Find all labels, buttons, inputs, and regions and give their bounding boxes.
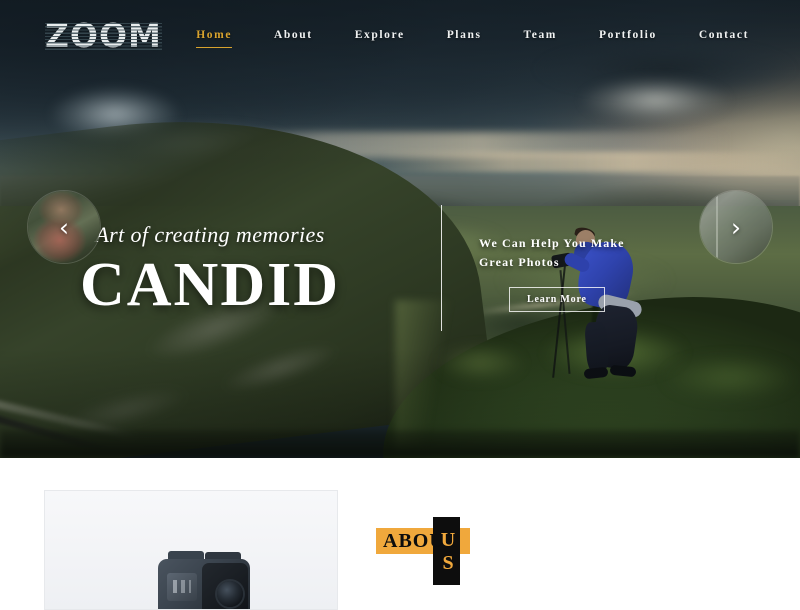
action-camera-image xyxy=(158,551,250,609)
nav-item-contact[interactable]: Contact xyxy=(699,25,749,45)
about-image-card xyxy=(44,490,338,610)
nav-item-plans[interactable]: Plans xyxy=(447,25,482,45)
slider-next-button[interactable]: › xyxy=(699,190,773,264)
chevron-right-icon: › xyxy=(731,212,741,242)
learn-more-button[interactable]: Learn More xyxy=(509,287,605,313)
nav-item-team[interactable]: Team xyxy=(524,25,557,45)
site-logo[interactable]: ZOOM xyxy=(45,19,162,52)
hero-subtitle-line-1: We Can Help You Make xyxy=(479,236,625,250)
about-heading-accent: US xyxy=(440,529,456,574)
hero-slider: ZOOM Home About Explore Plans Team Portf… xyxy=(0,0,800,458)
site-logo-text: ZOOM xyxy=(45,15,162,55)
slider-prev-button[interactable]: ‹ xyxy=(27,190,101,264)
hero-subtitle-line-2: Great Photos xyxy=(479,254,560,269)
hero-secondary-block: We Can Help You Make Great Photos Learn … xyxy=(479,234,709,313)
chevron-left-icon: ‹ xyxy=(59,212,69,242)
nav-item-portfolio[interactable]: Portfolio xyxy=(599,25,657,45)
nav-item-about[interactable]: About xyxy=(274,25,313,45)
camera-screen xyxy=(167,573,197,601)
nav-links: Home About Explore Plans Team Portfolio … xyxy=(175,25,770,48)
hero-vertical-divider xyxy=(441,205,442,331)
top-navigation-bar: ZOOM Home About Explore Plans Team Portf… xyxy=(0,0,800,70)
nav-item-explore[interactable]: Explore xyxy=(355,25,405,45)
about-section: ABOUT US xyxy=(0,458,800,610)
nav-item-home[interactable]: Home xyxy=(196,25,232,48)
